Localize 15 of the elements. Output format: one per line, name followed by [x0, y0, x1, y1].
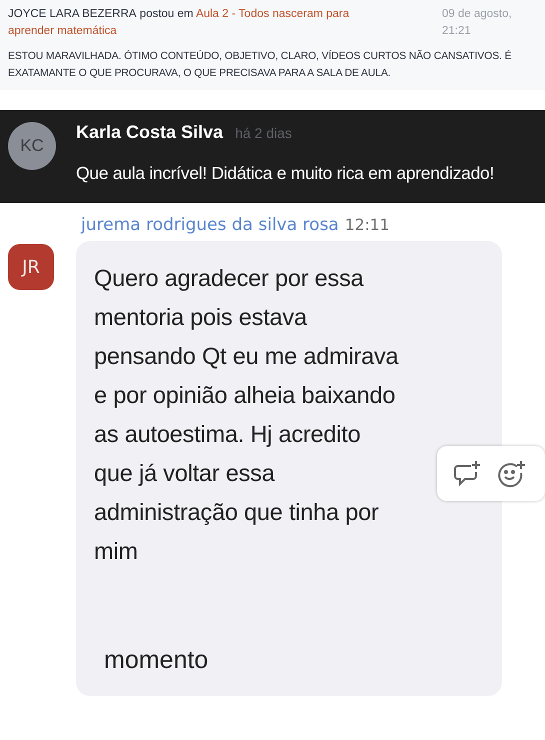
add-comment-icon[interactable] [453, 460, 483, 488]
post-date: 09 de agosto, [442, 7, 513, 22]
post-time: 21:21 [442, 24, 472, 39]
post-heading: JOYCE LARA BEZERRA postou em Aula 2 - Todos nasceram para aprender matemática [8, 7, 350, 39]
avatar: JR [8, 244, 54, 290]
message-text: Quero agradecer por essa mentoria pois estava pensando Qt eu me admirava e por opinião alheia baixando as autoestima. Hj acredito que já voltar essa administração que tinha por mim [94, 264, 398, 566]
add-emoji-icon[interactable] [497, 460, 527, 488]
sender-name: jurema rodrigues da silva rosa [81, 215, 339, 235]
post-body: ESTOU MARAVILHADA. ÓTIMO CONTEÚDO, OBJETIVO, CLARO, VÍDEOS CURTOS NÃO CANSATIVOS. É EXATAMANTE O QUE PROCURAVA, O QUE PRECISAVA PARA A SALA DE AULA. [8, 48, 512, 81]
avatar: KC [8, 122, 56, 170]
message-time: 12:11 [344, 216, 390, 234]
commenter-name: Karla Costa Silva [76, 122, 224, 142]
comment-text: Que aula incrível! Didática e muito rica em aprendizado! [76, 163, 494, 184]
comment-time: há 2 dias [235, 125, 292, 141]
message-text: momento [104, 645, 210, 676]
